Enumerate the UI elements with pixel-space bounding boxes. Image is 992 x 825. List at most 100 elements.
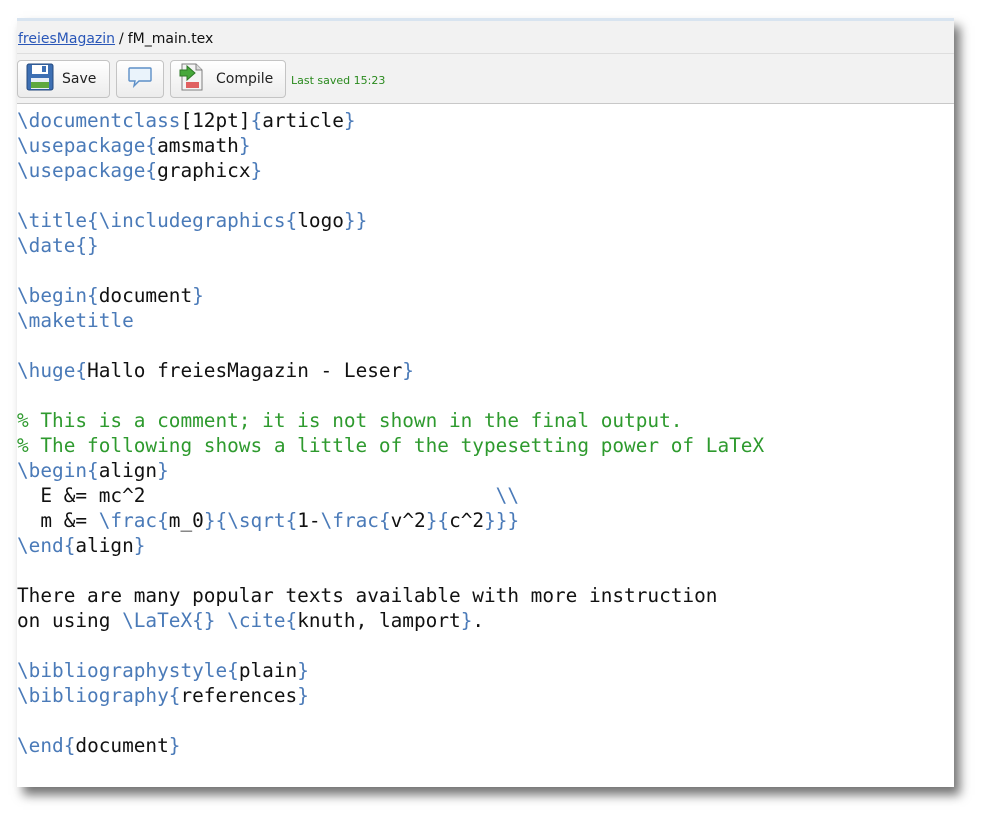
code-token: } <box>133 534 146 557</box>
code-line[interactable] <box>17 383 954 408</box>
code-token: \documentclass <box>17 109 181 132</box>
code-token: }}} <box>484 509 520 532</box>
code-token: { <box>285 209 298 232</box>
code-line[interactable]: \date{} <box>17 233 954 258</box>
code-line[interactable]: \bibliographystyle{plain} <box>17 658 954 683</box>
editor-header: freiesMagazin / fM_main.tex Save Compile… <box>17 21 954 104</box>
code-line[interactable] <box>17 708 954 733</box>
code-token: m &= <box>17 509 99 532</box>
code-token: { <box>87 459 99 482</box>
speech-bubble-icon <box>127 64 153 94</box>
code-line[interactable]: \begin{align} <box>17 458 954 483</box>
code-token: graphicx <box>157 159 251 182</box>
code-line[interactable]: % This is a comment; it is not shown in … <box>17 408 954 433</box>
code-token: }{ <box>425 509 450 532</box>
code-token: amsmath <box>157 134 239 157</box>
code-token: \huge <box>17 359 76 382</box>
code-token: \LaTeX <box>122 609 193 632</box>
code-token: \usepackage <box>17 134 146 157</box>
code-line[interactable]: E &= mc^2 \\ <box>17 483 954 508</box>
code-token: align <box>75 534 134 557</box>
code-line[interactable]: \begin{document} <box>17 283 954 308</box>
code-line[interactable] <box>17 633 954 658</box>
code-token: Hallo freiesMagazin - Leser <box>87 359 403 382</box>
code-token: { <box>87 284 99 307</box>
code-token: { <box>250 109 263 132</box>
code-token: There are many popular texts available w… <box>17 584 718 607</box>
code-token: \frac <box>98 509 158 532</box>
code-token: } <box>402 359 414 382</box>
code-token: references <box>180 684 298 707</box>
code-token: { <box>285 609 298 632</box>
code-token: \bibliography <box>17 684 169 707</box>
code-editor[interactable]: \documentclass[12pt]{article} \usepackage… <box>17 104 954 787</box>
code-token: E &= mc^2 <box>17 484 496 507</box>
code-line[interactable]: m &= \frac{m_0}{\sqrt{1-\frac{v^2}{c^2}}… <box>17 508 954 533</box>
code-token: { <box>157 509 169 532</box>
code-token: { <box>378 509 391 532</box>
code-line[interactable]: There are many popular texts available w… <box>17 583 954 608</box>
code-token: } <box>297 659 309 682</box>
code-token: {} <box>192 609 216 632</box>
document-arrow-icon <box>177 62 207 96</box>
divider <box>17 53 954 54</box>
code-token: { <box>227 659 239 682</box>
code-line[interactable] <box>17 558 954 583</box>
code-token: \date <box>17 234 76 257</box>
breadcrumb: freiesMagazin / fM_main.tex <box>18 31 213 47</box>
code-token: align <box>98 459 158 482</box>
code-token: } <box>192 284 204 307</box>
code-line[interactable]: \title{\includegraphics{logo}} <box>17 208 954 233</box>
code-token: {} <box>75 234 99 257</box>
code-line[interactable]: \end{document} <box>17 733 954 758</box>
code-token: knuth, lamport <box>297 609 461 632</box>
compile-button[interactable]: Compile <box>170 60 286 98</box>
code-token: \title <box>17 209 88 232</box>
code-line[interactable]: \end{align} <box>17 533 954 558</box>
code-token: document <box>75 734 169 757</box>
code-token: } <box>238 134 251 157</box>
code-token: document <box>98 284 193 307</box>
comment-button[interactable] <box>116 60 164 98</box>
code-token: % The following shows a little of the ty… <box>17 434 765 457</box>
code-token: m_0 <box>168 509 204 532</box>
code-token: { <box>168 684 181 707</box>
floppy-disk-icon <box>26 63 54 95</box>
code-token: }} <box>343 209 368 232</box>
code-token: \\ <box>495 484 519 507</box>
code-token: \begin <box>17 459 88 482</box>
code-line[interactable]: \huge{Hallo freiesMagazin - Leser} <box>17 358 954 383</box>
editor-window: freiesMagazin / fM_main.tex Save Compile… <box>17 18 954 787</box>
save-button[interactable]: Save <box>17 60 110 98</box>
code-token: { <box>75 359 88 382</box>
compile-label: Compile <box>216 71 274 87</box>
code-line[interactable]: \bibliography{references} <box>17 683 954 708</box>
code-token: \end <box>17 734 64 757</box>
code-token: \usepackage <box>17 159 146 182</box>
code-line[interactable]: \usepackage{amsmath} <box>17 133 954 158</box>
code-token: { <box>87 209 99 232</box>
code-line[interactable] <box>17 183 954 208</box>
code-line[interactable]: \documentclass[12pt]{article} <box>17 108 954 133</box>
code-line[interactable]: \maketitle <box>17 308 954 333</box>
code-token: logo <box>297 209 344 232</box>
code-token: { <box>285 509 298 532</box>
save-label: Save <box>62 71 97 87</box>
code-token: \end <box>17 534 64 557</box>
code-token: { <box>63 534 76 557</box>
code-line[interactable] <box>17 333 954 358</box>
code-token: 1- <box>297 509 321 532</box>
code-token: [12pt] <box>180 109 251 132</box>
code-token: { <box>63 734 76 757</box>
code-token: } <box>343 109 356 132</box>
code-line[interactable]: on using \LaTeX{} \cite{knuth, lamport}. <box>17 608 954 633</box>
code-line[interactable]: % The following shows a little of the ty… <box>17 433 954 458</box>
code-token: \cite <box>227 609 286 632</box>
code-token: \begin <box>17 284 88 307</box>
code-line[interactable] <box>17 258 954 283</box>
code-line[interactable]: \usepackage{graphicx} <box>17 158 954 183</box>
breadcrumb-project-link[interactable]: freiesMagazin <box>18 31 115 47</box>
breadcrumb-file: fM_main.tex <box>127 31 214 47</box>
code-token: \bibliographystyle <box>17 659 228 682</box>
